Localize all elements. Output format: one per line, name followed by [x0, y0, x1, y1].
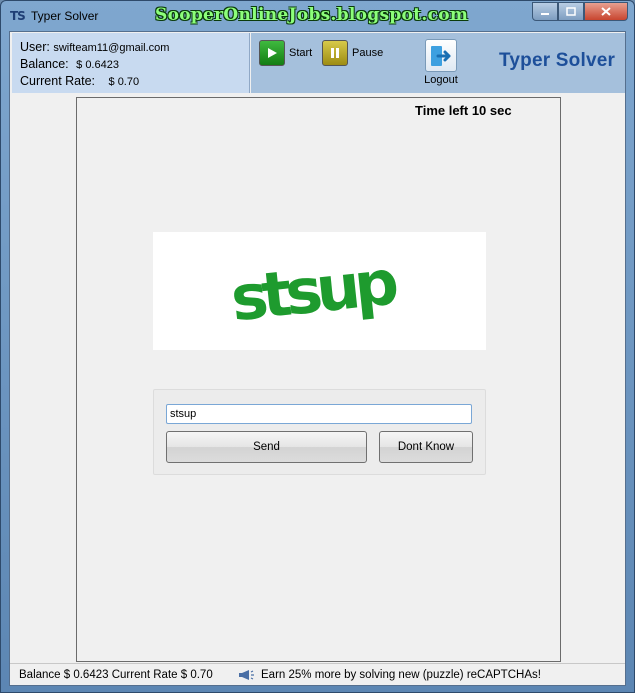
- time-left-label: Time left 10 sec: [415, 103, 512, 118]
- watermark-text: SooperOnlineJobs.blogspot.com: [155, 5, 469, 25]
- title-bar[interactable]: TS Typer Solver SooperOnlineJobs.blogspo…: [1, 1, 634, 31]
- pause-icon: [322, 40, 348, 66]
- megaphone-icon: [239, 670, 254, 680]
- captcha-text: stsup: [227, 245, 399, 335]
- minimize-button[interactable]: [532, 2, 558, 21]
- pause-button[interactable]: Pause: [322, 40, 383, 66]
- rate-line: Current Rate: $ 0.70: [20, 74, 139, 88]
- logout-icon: [425, 39, 457, 72]
- window-controls: [532, 2, 628, 21]
- user-info-panel: User: swifteam11@gmail.com Balance: $ 0.…: [12, 33, 250, 93]
- rate-value: $ 0.70: [108, 76, 140, 88]
- status-message-link[interactable]: Earn 25% more by solving new (puzzle) re…: [237, 669, 541, 681]
- start-label: Start: [289, 47, 313, 59]
- status-bar: Balance $ 0.6423 Current Rate $ 0.70 Ear…: [10, 663, 625, 685]
- app-icon: TS: [10, 9, 26, 23]
- toolbar: Start Pause Logout Typer Solver: [251, 33, 625, 93]
- answer-input[interactable]: [166, 404, 472, 424]
- rate-label: Current Rate:: [20, 74, 96, 88]
- brand-logo: Typer Solver: [499, 50, 616, 71]
- status-message: Earn 25% more by solving new (puzzle) re…: [261, 669, 541, 681]
- app-window: TS Typer Solver SooperOnlineJobs.blogspo…: [0, 0, 635, 693]
- dont-know-button[interactable]: Dont Know: [379, 431, 473, 463]
- maximize-button[interactable]: [558, 2, 584, 21]
- window-title: Typer Solver: [31, 9, 99, 23]
- balance-line: Balance: $ 0.6423: [20, 57, 119, 71]
- close-button[interactable]: [584, 2, 628, 21]
- user-line: User: swifteam11@gmail.com: [20, 40, 169, 54]
- start-button[interactable]: Start: [259, 40, 312, 66]
- user-email: swifteam11@gmail.com: [53, 42, 170, 54]
- close-icon: [601, 7, 611, 16]
- captcha-image: stsup: [153, 232, 486, 350]
- balance-value: $ 0.6423: [76, 59, 119, 71]
- maximize-icon: [566, 7, 576, 16]
- captcha-panel: Time left 10 sec stsup Send Dont Know: [76, 97, 561, 662]
- logout-button[interactable]: Logout: [421, 39, 461, 86]
- balance-label: Balance:: [20, 57, 69, 71]
- minimize-icon: [541, 12, 549, 15]
- status-balance: Balance $ 0.6423 Current Rate $ 0.70: [19, 669, 213, 681]
- send-button[interactable]: Send: [166, 431, 367, 463]
- pause-label: Pause: [352, 47, 384, 59]
- logout-label: Logout: [424, 74, 458, 86]
- user-label: User:: [20, 40, 50, 54]
- client-area: User: swifteam11@gmail.com Balance: $ 0.…: [9, 31, 626, 686]
- play-icon: [259, 40, 285, 66]
- answer-form: Send Dont Know: [153, 389, 486, 475]
